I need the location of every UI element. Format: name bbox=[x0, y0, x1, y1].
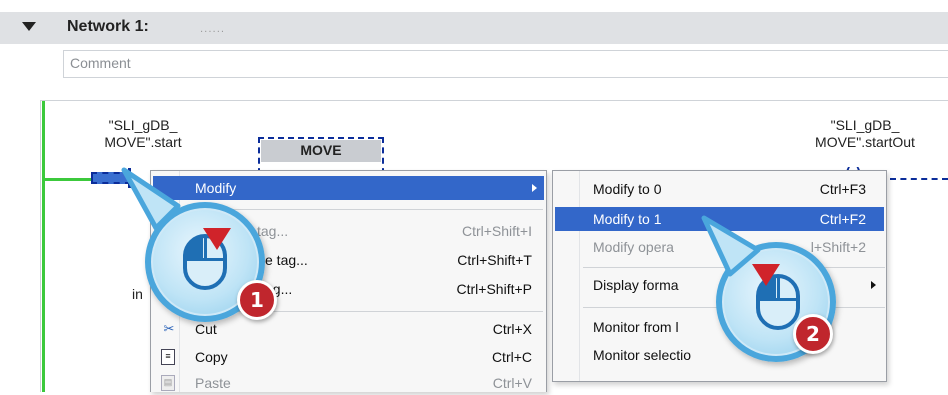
mouse-divider bbox=[760, 298, 796, 301]
menu-item-shortcut: Ctrl+Shift+P bbox=[456, 281, 532, 297]
menu-item-modify-to-0[interactable]: Modify to 0 Ctrl+F3 bbox=[555, 177, 884, 201]
menu-item-shortcut: Ctrl+F3 bbox=[819, 181, 866, 197]
tag-line-1: "SLI_gDB_ bbox=[830, 117, 900, 133]
tag-line-1: "SLI_gDB_ bbox=[108, 117, 178, 133]
rung-line bbox=[45, 178, 93, 181]
block-input-label: in bbox=[132, 286, 143, 302]
menu-item-label: Display forma bbox=[593, 277, 679, 293]
menu-item-label: e tag... bbox=[265, 252, 308, 268]
move-block-label: MOVE bbox=[300, 142, 342, 158]
menu-item-monitor-selection[interactable]: Monitor selectio bbox=[555, 343, 884, 367]
menu-item-copy[interactable]: ≡ Copy Ctrl+C bbox=[153, 345, 544, 369]
menu-item-label: Paste bbox=[195, 375, 231, 391]
tag-line-2: MOVE".startOut bbox=[815, 134, 915, 150]
network-title-placeholder[interactable]: ...... bbox=[200, 24, 225, 35]
menu-item-label: Modify bbox=[195, 180, 237, 196]
copy-icon: ≡ bbox=[161, 349, 175, 365]
menu-item-paste[interactable]: ▤ Paste Ctrl+V bbox=[153, 371, 544, 395]
menu-item-label: tag... bbox=[257, 223, 289, 239]
comment-placeholder: Comment bbox=[70, 55, 131, 71]
menu-item-label: Modify to 1 bbox=[593, 211, 662, 227]
mouse-left-button bbox=[187, 238, 203, 258]
power-rail bbox=[42, 101, 45, 392]
network-title: Network 1: bbox=[67, 18, 149, 35]
coil-tag-label[interactable]: "SLI_gDB_ MOVE".startOut bbox=[780, 117, 948, 151]
menu-item-shortcut: l+Shift+2 bbox=[810, 239, 866, 255]
tag-line-2: MOVE".start bbox=[104, 134, 182, 150]
menu-item-label: Copy bbox=[195, 349, 228, 365]
collapse-arrow-icon[interactable] bbox=[22, 22, 36, 31]
menu-item-label: Modify opera bbox=[593, 239, 674, 255]
menu-separator bbox=[183, 209, 543, 210]
menu-item-shortcut: Ctrl+F2 bbox=[819, 211, 866, 227]
step-badge-2: 2 bbox=[793, 314, 833, 354]
mouse-divider bbox=[187, 258, 223, 261]
comment-field[interactable] bbox=[63, 50, 948, 78]
callout-2-pointer bbox=[701, 215, 761, 277]
submenu-arrow-icon bbox=[532, 184, 537, 192]
menu-item-shortcut: Ctrl+X bbox=[492, 321, 532, 337]
menu-item-shortcut: Ctrl+Shift+I bbox=[461, 223, 532, 239]
menu-item-shortcut: Ctrl+V bbox=[492, 375, 532, 391]
submenu-arrow-icon bbox=[871, 281, 876, 289]
menu-item-label: Monitor from l bbox=[593, 319, 679, 335]
contact-tag-label[interactable]: "SLI_gDB_ MOVE".start bbox=[78, 117, 208, 151]
menu-item-label: Modify to 0 bbox=[593, 181, 662, 197]
click-indicator-icon bbox=[203, 228, 231, 250]
scissors-icon: ✂ bbox=[163, 321, 175, 336]
menu-item-shortcut: Ctrl+C bbox=[491, 349, 532, 365]
paste-icon: ▤ bbox=[161, 375, 175, 391]
callout-1-pointer bbox=[121, 167, 181, 231]
menu-item-label: Monitor selectio bbox=[593, 347, 692, 363]
menu-item-shortcut: Ctrl+Shift+T bbox=[457, 252, 532, 268]
step-badge-1: 1 bbox=[237, 280, 277, 320]
menu-item-modify[interactable]: Modify bbox=[153, 176, 544, 200]
